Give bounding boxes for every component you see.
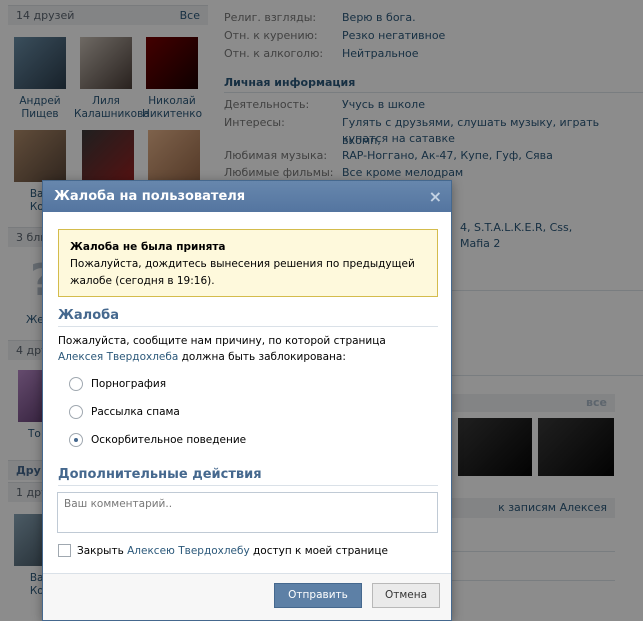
dialog-header: Жалоба на пользователя × <box>43 181 451 212</box>
checkbox[interactable] <box>58 544 71 557</box>
reason-label[interactable]: Рассылка спама <box>91 405 180 419</box>
extra-actions-title: Дополнительные действия <box>58 467 262 482</box>
rejected-alert: Жалоба не была принята Пожалуйста, дожди… <box>58 229 438 297</box>
dialog-footer: Отправить Отмена <box>43 573 451 620</box>
reason-label[interactable]: Оскорбительное поведение <box>91 433 246 447</box>
close-access-text: доступ к моей странице <box>249 545 388 557</box>
dialog-title: Жалоба на пользователя <box>54 189 246 204</box>
complaint-text: должна быть заблокирована: <box>178 351 346 363</box>
close-access-label[interactable]: Закрыть Алексею Твердохлебу доступ к мое… <box>77 544 388 558</box>
divider <box>58 326 438 327</box>
complaint-text: Пожалуйста, сообщите нам причину, по кот… <box>58 335 386 347</box>
alert-title: Жалоба не была принята <box>70 241 226 253</box>
divider <box>58 485 438 486</box>
report-user-dialog: Жалоба на пользователя × Жалоба не была … <box>42 180 452 621</box>
complaint-section-title: Жалоба <box>58 308 119 323</box>
user-link[interactable]: Алексею Твердохлебу <box>127 545 250 557</box>
close-icon[interactable]: × <box>429 181 442 212</box>
radio-button[interactable] <box>69 377 83 391</box>
radio-button-selected[interactable] <box>69 433 83 447</box>
complaint-description: Пожалуйста, сообщите нам причину, по кот… <box>58 333 418 365</box>
user-link[interactable]: Алексея Твердохлеба <box>58 351 178 363</box>
reason-label[interactable]: Порнография <box>91 377 166 391</box>
send-button[interactable]: Отправить <box>274 583 362 608</box>
cancel-button[interactable]: Отмена <box>372 583 440 608</box>
close-access-text: Закрыть <box>77 545 128 557</box>
radio-button[interactable] <box>69 405 83 419</box>
comment-field[interactable] <box>57 492 438 533</box>
alert-text: Пожалуйста, дождитесь вынесения решения … <box>70 258 415 287</box>
